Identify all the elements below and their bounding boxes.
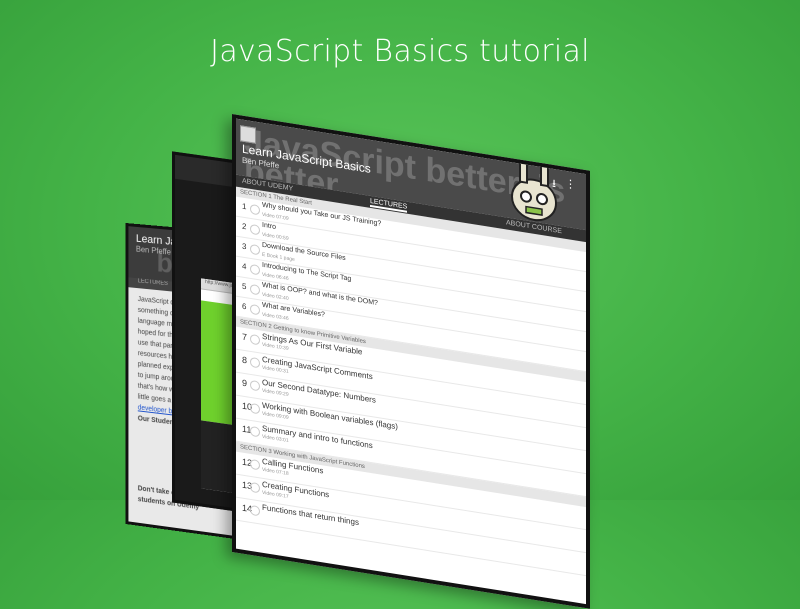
download-icon[interactable]: ⭳ — [552, 175, 556, 195]
front-phone: JavaScript better, is better. Learn Java… — [232, 114, 590, 609]
lecture-number: 4 — [242, 261, 247, 272]
progress-circle-icon[interactable] — [250, 263, 260, 276]
lecture-number: 3 — [242, 241, 247, 252]
progress-circle-icon[interactable] — [250, 243, 260, 256]
progress-circle-icon[interactable] — [250, 283, 260, 296]
progress-circle-icon[interactable] — [250, 481, 260, 494]
lecture-number: 8 — [242, 354, 248, 366]
phones-stage: better, Learn JavaScript Ben Pfeffe LECT… — [0, 0, 800, 609]
progress-circle-icon[interactable] — [250, 458, 260, 471]
progress-circle-icon[interactable] — [250, 223, 260, 236]
lecture-number: 2 — [242, 221, 247, 232]
lecture-number: 9 — [242, 377, 248, 389]
progress-circle-icon[interactable] — [250, 303, 260, 316]
lecture-number: 1 — [242, 201, 247, 212]
more-options-icon[interactable]: ⋮ — [565, 177, 576, 192]
progress-circle-icon[interactable] — [250, 333, 260, 346]
progress-circle-icon[interactable] — [250, 402, 260, 415]
lecture-number: 5 — [242, 281, 247, 292]
lecture-title: Intro — [262, 221, 277, 231]
progress-circle-icon[interactable] — [250, 203, 260, 216]
lecture-meta: Video 03:46 — [262, 311, 289, 322]
progress-circle-icon[interactable] — [250, 379, 260, 392]
progress-circle-icon[interactable] — [250, 504, 260, 517]
lecture-number: 6 — [242, 301, 247, 312]
progress-circle-icon[interactable] — [250, 356, 260, 369]
lecture-list: SECTION 1 The Real Start 1 Why should you … — [236, 186, 586, 577]
progress-circle-icon[interactable] — [250, 425, 260, 438]
lecture-number: 7 — [242, 331, 248, 343]
